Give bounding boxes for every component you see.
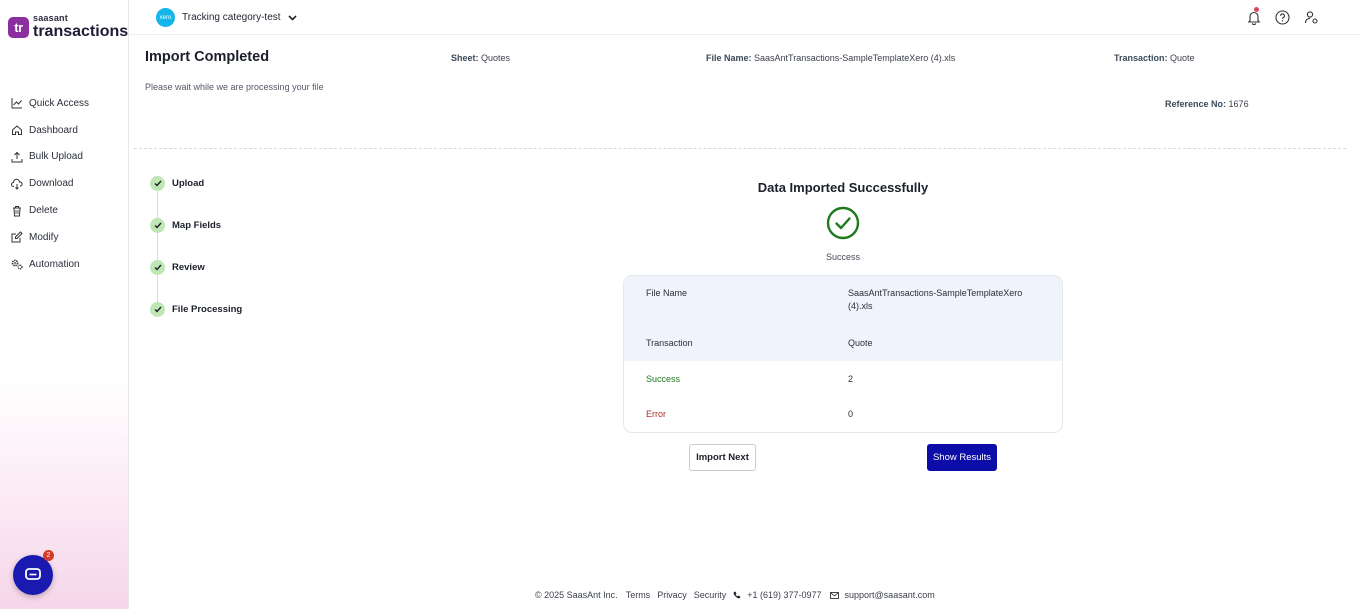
error-row-label: Error [646, 409, 666, 419]
check-icon [154, 180, 162, 187]
sidebar-item-quick-access[interactable]: Quick Access [11, 90, 89, 117]
chevron-down-icon [287, 14, 297, 21]
success-row-value: 2 [848, 374, 854, 384]
sidebar-item-label: Automation [29, 258, 80, 270]
step-label: Review [172, 262, 205, 273]
reference-info: Reference No: 1676 [1165, 99, 1249, 109]
organization-name: Tracking category-test [182, 12, 281, 23]
topbar: xero Tracking category-test [129, 0, 1360, 35]
check-icon [154, 264, 162, 271]
sheet-label: Sheet: [451, 53, 479, 63]
sidebar-item-label: Delete [29, 205, 58, 217]
chart-line-icon [11, 98, 22, 109]
support-email-link[interactable]: support@saasant.com [845, 590, 935, 600]
chat-icon [25, 568, 41, 580]
success-check-icon [826, 206, 860, 240]
step-label: Upload [172, 178, 205, 189]
notifications-button[interactable] [1245, 7, 1262, 26]
sidebar-item-label: Bulk Upload [29, 151, 83, 163]
footer: © 2025 SaasAnt Inc. Terms Privacy Securi… [535, 590, 942, 600]
show-results-button[interactable]: Show Results [927, 444, 997, 471]
logo-small-text: saasant [33, 13, 68, 23]
xero-logo-icon: xero [156, 8, 175, 27]
step-label: Map Fields [172, 220, 222, 231]
user-settings-button[interactable] [1303, 9, 1320, 26]
error-row-value: 0 [848, 409, 854, 419]
help-button[interactable] [1274, 9, 1291, 26]
step-file-processing: File Processing [150, 302, 242, 317]
sidebar-item-modify[interactable]: Modify [11, 224, 89, 251]
sidebar-nav: Quick Access Dashboard Bulk Upload Downl… [11, 90, 89, 278]
transaction-info: Transaction: Quote [1114, 53, 1195, 63]
phone-icon [733, 591, 741, 599]
sidebar-item-label: Dashboard [29, 124, 78, 136]
import-next-button[interactable]: Import Next [689, 444, 756, 471]
sidebar-item-label: Modify [29, 231, 59, 243]
step-label: File Processing [172, 304, 243, 315]
copyright-text: © 2025 SaasAnt Inc. [535, 590, 618, 600]
chat-button[interactable] [13, 555, 53, 595]
check-icon [154, 306, 162, 313]
home-icon [12, 125, 22, 136]
sidebar-item-automation[interactable]: Automation [11, 251, 89, 278]
file-name-row-value: SaasAntTransactions-SampleTemplateXero (… [848, 288, 1023, 311]
sidebar-item-dashboard[interactable]: Dashboard [11, 117, 89, 144]
cloud-download-icon [11, 178, 23, 190]
notification-dot [1254, 7, 1259, 12]
reference-label: Reference No: [1165, 99, 1227, 109]
app-logo[interactable]: tr saasant transactions [8, 14, 128, 40]
sidebar-item-download[interactable]: Download [11, 170, 89, 197]
step-upload: Upload [150, 176, 204, 191]
file-name-value: SaasAntTransactions-SampleTemplateXero (… [754, 53, 956, 63]
success-row-label: Success [646, 374, 681, 384]
logo-mark: tr [8, 16, 29, 38]
status-label: Success [825, 252, 861, 262]
step-review: Review [150, 260, 205, 275]
bell-icon [1247, 11, 1260, 25]
mail-icon [829, 591, 839, 599]
sidebar-item-delete[interactable]: Delete [11, 197, 89, 224]
result-title: Data Imported Successfully [757, 180, 929, 195]
terms-link[interactable]: Terms [626, 590, 651, 600]
transaction-label: Transaction: [1114, 53, 1168, 63]
user-gear-icon [1304, 11, 1318, 24]
sheet-value: Quotes [481, 53, 511, 63]
transaction-value: Quote [1170, 53, 1195, 63]
sidebar: tr saasant transactions Quick Access Das… [0, 0, 129, 609]
sheet-info: Sheet: Quotes [451, 53, 510, 63]
chat-notification-badge: 2 [43, 550, 54, 561]
steps-connector [157, 190, 158, 308]
file-name-info: File Name: SaasAntTransactions-SampleTem… [706, 53, 955, 63]
sidebar-item-label: Quick Access [29, 97, 90, 109]
file-name-label: File Name: [706, 53, 752, 63]
step-map-fields: Map Fields [150, 218, 221, 233]
upload-icon [11, 151, 23, 163]
transaction-row-value: Quote [848, 338, 873, 348]
transaction-row-label: Transaction [646, 338, 693, 348]
support-phone: +1 (619) 377-0977 [747, 590, 822, 600]
trash-icon [13, 205, 21, 217]
check-icon [154, 222, 162, 229]
security-link[interactable]: Security [694, 590, 727, 600]
edit-icon [11, 231, 23, 243]
page-title: Import Completed [145, 49, 270, 65]
result-summary-card: File Name SaasAntTransactions-SampleTemp… [623, 275, 1063, 433]
page-subtitle: Please wait while we are processing your… [145, 82, 324, 92]
privacy-link[interactable]: Privacy [657, 590, 687, 600]
organization-selector[interactable]: xero Tracking category-test [156, 8, 297, 27]
sidebar-item-bulk-upload[interactable]: Bulk Upload [11, 144, 89, 171]
file-name-row-label: File Name [646, 288, 688, 298]
help-icon [1275, 10, 1290, 25]
gears-icon [11, 259, 23, 270]
section-divider [134, 148, 1346, 149]
sidebar-item-label: Download [29, 178, 74, 190]
reference-value: 1676 [1228, 99, 1249, 109]
logo-big-text: transactions [33, 23, 129, 40]
